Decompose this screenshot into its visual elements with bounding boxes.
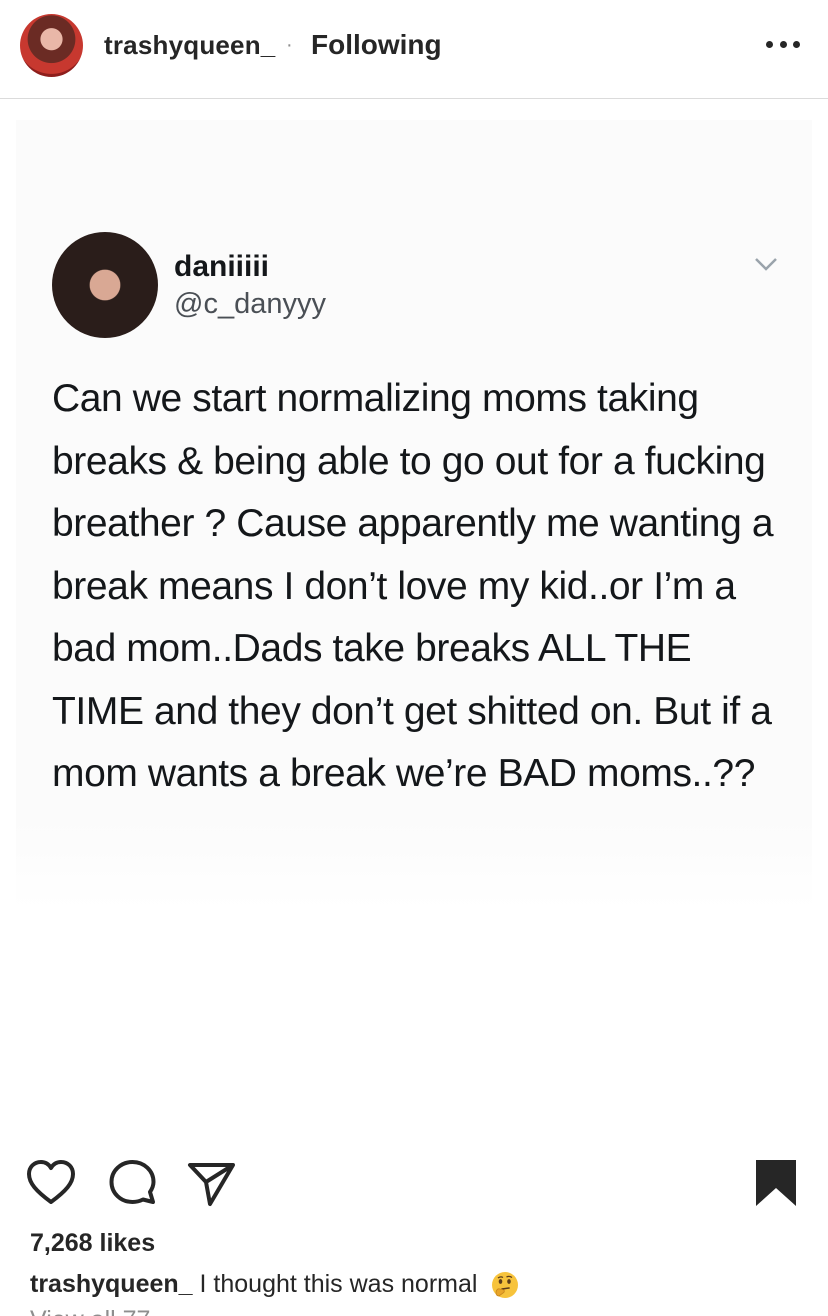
like-count[interactable]: 7,268 likes	[30, 1229, 155, 1258]
following-button[interactable]: Following	[311, 29, 442, 61]
bookmark-filled-icon[interactable]	[752, 1158, 800, 1208]
heart-outline-icon[interactable]	[26, 1158, 76, 1208]
header-username[interactable]: trashyqueen_	[104, 30, 275, 61]
comment-bubble-icon[interactable]	[107, 1158, 157, 1208]
thinking-face-emoji	[492, 1272, 519, 1299]
instagram-post: trashyqueen_ · Following daniiiii @c_dan…	[0, 0, 828, 1316]
post-caption: trashyqueen_ I thought this was normal	[30, 1270, 820, 1300]
user-avatar[interactable]	[20, 14, 83, 77]
more-options-icon[interactable]	[766, 38, 800, 50]
tweet-author-handle: @c_danyyy	[174, 288, 326, 320]
view-comments-link[interactable]: View all 77	[30, 1306, 150, 1316]
post-header: trashyqueen_ · Following	[0, 0, 828, 99]
chevron-down-icon	[755, 258, 777, 271]
post-actions	[0, 1150, 828, 1210]
tweet-text: Can we start normalizing moms taking bre…	[52, 377, 774, 795]
caption-username[interactable]: trashyqueen_	[30, 1270, 193, 1298]
header-separator: ·	[286, 34, 293, 56]
tweet-avatar	[52, 232, 158, 338]
tweet-author-name: daniiiii	[174, 250, 270, 283]
caption-text: I thought this was normal	[199, 1270, 478, 1298]
paper-plane-icon[interactable]	[186, 1158, 236, 1208]
